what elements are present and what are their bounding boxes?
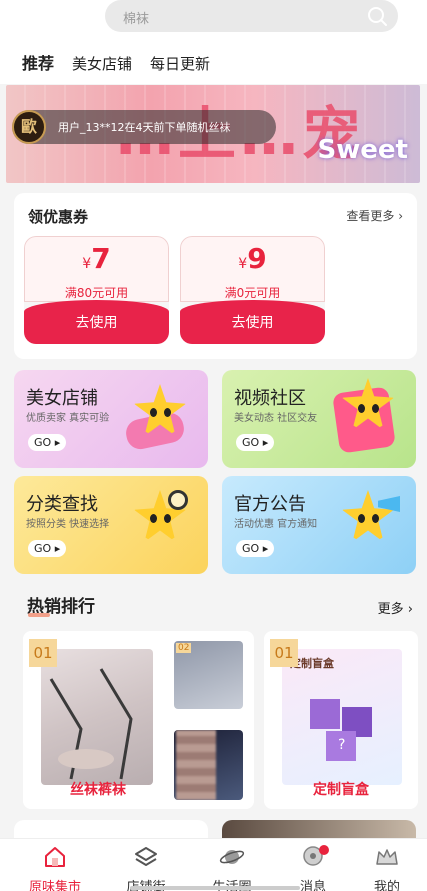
coupon-value: ¥7: [24, 242, 169, 275]
nav-item-messages[interactable]: 消息: [278, 844, 348, 891]
order-ticker: 歐 用户_13**12在4天前下单随机丝袜: [12, 110, 276, 144]
unread-badge: [319, 845, 329, 855]
go-label: GO: [34, 436, 52, 449]
svg-text:?: ?: [338, 737, 345, 753]
go-button[interactable]: GO ▸: [236, 434, 274, 451]
coupon-condition: 满0元可用: [224, 286, 281, 300]
card-subtitle: 优质卖家 真实可验: [26, 413, 110, 424]
coupon-currency: ¥: [238, 256, 248, 272]
nav-item-me[interactable]: 我的: [352, 844, 422, 891]
home-icon: [45, 847, 65, 867]
coupon-value: ¥9: [180, 242, 325, 275]
magnifier-mascot-icon: [124, 484, 194, 566]
coupon-card[interactable]: ¥9 满0元可用 去使用: [180, 236, 325, 344]
coupon-amount: 9: [247, 242, 267, 275]
megaphone-mascot-icon: [332, 484, 402, 566]
bottom-nav: 原味集市 店铺街 生活圈 消息 我的: [0, 838, 427, 891]
go-button[interactable]: GO ▸: [28, 434, 66, 451]
coupon-card[interactable]: ¥7 满80元可用 去使用: [24, 236, 169, 344]
hot-panel-blind-box[interactable]: 定制盲盒 ? 01 定制盲盒: [264, 631, 418, 809]
hot-category-label: 定制盲盒: [313, 782, 369, 798]
play-icon: ▸: [262, 436, 269, 449]
search-input[interactable]: 棉袜: [123, 8, 149, 27]
coupon-use-button[interactable]: 去使用: [180, 312, 325, 332]
play-icon: ▸: [262, 542, 269, 555]
go-button[interactable]: GO ▸: [236, 540, 274, 557]
nav-label: 我的: [373, 880, 400, 891]
tab-daily-update[interactable]: 每日更新: [150, 53, 210, 74]
chevron-right-icon: ›: [407, 602, 413, 617]
nav-item-life[interactable]: 生活圈: [197, 844, 267, 891]
product-photo-small: 02: [174, 641, 243, 709]
small-rank-badge: 02: [176, 643, 192, 653]
planet-icon: [219, 850, 245, 864]
card-subtitle: 按照分类 快速选择: [26, 519, 110, 530]
banner-sweet-text: Sweet: [317, 135, 408, 165]
hot-panel-stockings[interactable]: 01 02 丝袜裤袜: [23, 631, 254, 809]
search-bar[interactable]: 棉袜: [105, 0, 398, 32]
card-title: 视频社区: [234, 388, 306, 409]
go-label: GO: [34, 542, 52, 555]
card-title: 美女店铺: [26, 388, 98, 409]
card-title: 分类查找: [26, 494, 98, 515]
product-photo-blurred: [174, 730, 243, 800]
play-icon: ▸: [54, 436, 61, 449]
home-indicator: [130, 886, 300, 890]
play-icon: ▸: [54, 542, 61, 555]
card-title: 官方公告: [234, 494, 306, 515]
title-underline: [28, 613, 50, 617]
product-photo: [41, 649, 153, 785]
play-mascot-icon: [332, 378, 402, 460]
card-subtitle: 活动优惠 官方通知: [234, 519, 318, 530]
coupon-use-button[interactable]: 去使用: [24, 312, 169, 332]
top-bar: 棉袜 推荐 美女店铺 每日更新: [0, 0, 427, 84]
rank-badge: 01: [270, 639, 298, 667]
card-category-search[interactable]: 分类查找 按照分类 快速选择 GO ▸: [14, 476, 208, 574]
nav-item-market[interactable]: 原味集市: [20, 844, 90, 891]
rank-badge: 01: [29, 639, 57, 667]
star-mascot-icon: [123, 378, 194, 460]
coupon-amount: 7: [91, 242, 111, 275]
nav-item-shops[interactable]: 店铺街: [111, 844, 181, 891]
search-icon[interactable]: [366, 5, 388, 27]
coupon-currency: ¥: [82, 256, 92, 272]
layers-icon: [135, 847, 157, 866]
coupon-more-link[interactable]: 查看更多 ›: [346, 207, 403, 224]
go-label: GO: [242, 436, 260, 449]
coupon-section-title: 领优惠券: [28, 208, 89, 226]
card-subtitle: 美女动态 社区交友: [234, 413, 318, 424]
hot-more-label: 更多: [377, 602, 404, 617]
card-announcements[interactable]: 官方公告 活动优惠 官方通知 GO ▸: [222, 476, 416, 574]
product-photo: 定制盲盒 ?: [282, 649, 402, 785]
hot-category-label: 丝袜裤袜: [70, 782, 126, 798]
tab-recommend[interactable]: 推荐: [22, 50, 54, 74]
coupon-section: 领优惠券 查看更多 › ¥7 满80元可用 去使用 ¥9 满0元可用 去使用: [14, 193, 417, 359]
ticker-text: 用户_13**12在4天前下单随机丝袜: [58, 121, 231, 134]
coupon-condition: 满80元可用: [64, 286, 129, 300]
hot-more-link[interactable]: 更多 ›: [378, 598, 413, 617]
coupon-more-label: 查看更多: [346, 209, 395, 223]
tab-beauty-shops[interactable]: 美女店铺: [72, 53, 132, 74]
card-beauty-shops[interactable]: 美女店铺 优质卖家 真实可验 GO ▸: [14, 370, 208, 468]
category-tabs: 推荐 美女店铺 每日更新: [22, 50, 210, 74]
go-label: GO: [242, 542, 260, 555]
legs-illustration: [49, 668, 133, 780]
ticker-avatar: 歐: [12, 110, 46, 144]
go-button[interactable]: GO ▸: [28, 540, 66, 557]
crown-icon: [376, 849, 398, 865]
nav-label: 原味集市: [28, 880, 81, 891]
chevron-right-icon: ›: [398, 209, 403, 223]
promo-banner[interactable]: …上…宠粉日 Sweet 歐 用户_13**12在4天前下单随机丝袜: [6, 85, 420, 183]
card-video-community[interactable]: 视频社区 美女动态 社区交友 GO ▸: [222, 370, 416, 468]
